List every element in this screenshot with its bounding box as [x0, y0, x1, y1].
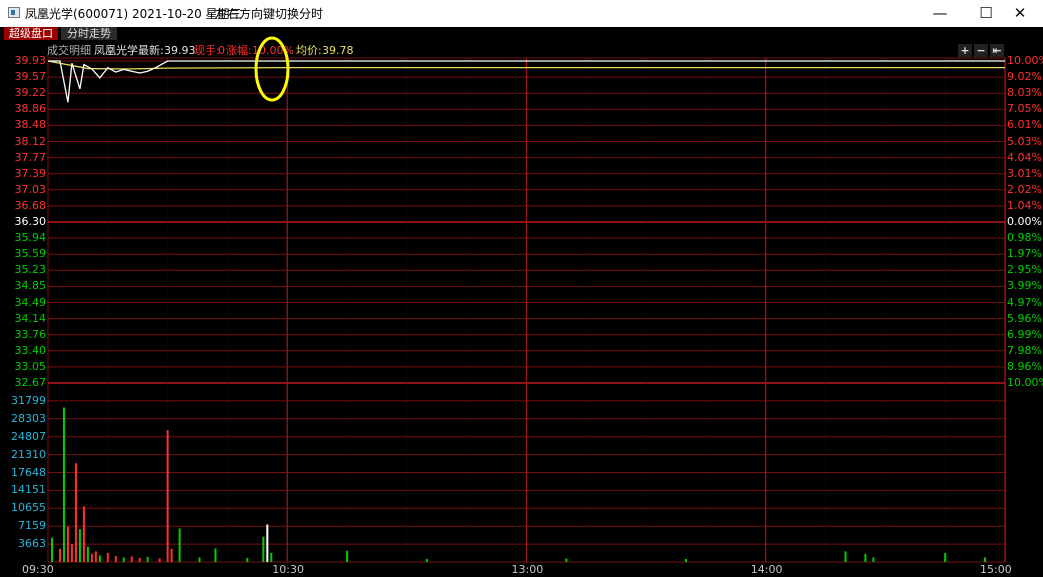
percent-tick: 4.04%	[1007, 150, 1042, 164]
percent-tick: 3.99%	[1007, 279, 1042, 293]
annotation-circle	[254, 36, 290, 102]
time-tick: 14:00	[750, 563, 783, 576]
percent-tick: 3.01%	[1007, 166, 1042, 180]
price-tick: 36.30	[14, 215, 47, 228]
price-tick: 34.85	[14, 279, 47, 293]
intraday-chart	[47, 36, 1006, 563]
price-tick: 39.57	[14, 70, 47, 84]
percent-tick: 1.97%	[1007, 247, 1042, 261]
volume-tick: 3663	[18, 537, 46, 551]
price-tick: 37.39	[14, 166, 47, 180]
percent-tick: 2.95%	[1007, 263, 1042, 277]
percent-tick: 10.00%	[1007, 376, 1043, 389]
percent-tick: 6.99%	[1007, 327, 1042, 341]
volume-tick: 14151	[11, 483, 46, 497]
percent-tick: 8.03%	[1007, 86, 1042, 100]
price-tick: 32.67	[14, 376, 47, 389]
percent-tick: 5.96%	[1007, 311, 1042, 325]
volume-tick: 17648	[11, 465, 46, 479]
percent-tick: 4.97%	[1007, 295, 1042, 309]
price-tick: 39.22	[14, 86, 47, 100]
price-tick: 37.03	[14, 182, 47, 196]
volume-tick: 24807	[11, 429, 46, 443]
price-tick: 35.23	[14, 263, 47, 277]
volume-tick: 10655	[11, 501, 46, 515]
percent-tick: 6.01%	[1007, 118, 1042, 132]
price-tick: 38.12	[14, 134, 47, 148]
time-tick: 09:30	[22, 563, 54, 576]
percent-tick: 7.05%	[1007, 102, 1042, 116]
volume-tick: 28303	[11, 411, 46, 425]
percent-tick: 10.00%	[1007, 54, 1043, 67]
percent-tick: 7.98%	[1007, 343, 1042, 357]
chart-grid	[47, 57, 1006, 563]
percent-tick: 0.00%	[1007, 215, 1042, 228]
price-tick: 36.68	[14, 198, 47, 212]
percent-tick: 8.96%	[1007, 359, 1042, 373]
percent-tick: 9.02%	[1007, 70, 1042, 84]
percent-tick: 1.04%	[1007, 198, 1042, 212]
price-tick: 33.40	[14, 343, 47, 357]
price-tick: 38.48	[14, 118, 47, 132]
price-tick: 34.14	[14, 311, 47, 325]
price-tick: 35.94	[14, 231, 47, 245]
volume-tick: 31799	[11, 393, 46, 407]
volume-bars	[50, 407, 987, 562]
time-tick: 13:00	[511, 563, 544, 576]
percent-tick: 5.03%	[1007, 134, 1042, 148]
price-tick: 34.49	[14, 295, 47, 309]
price-tick: 39.93	[14, 54, 47, 67]
volume-tick: 7159	[18, 519, 46, 533]
time-tick: 15:00	[980, 563, 1012, 576]
percent-tick: 2.02%	[1007, 182, 1042, 196]
price-tick: 35.59	[14, 247, 47, 261]
price-tick: 38.86	[14, 102, 47, 116]
price-tick: 33.76	[14, 327, 47, 341]
price-tick: 33.05	[14, 359, 47, 373]
percent-tick: 0.98%	[1007, 231, 1042, 245]
time-tick: 10:30	[272, 563, 304, 576]
price-tick: 37.77	[14, 150, 47, 164]
volume-tick: 21310	[11, 447, 46, 461]
